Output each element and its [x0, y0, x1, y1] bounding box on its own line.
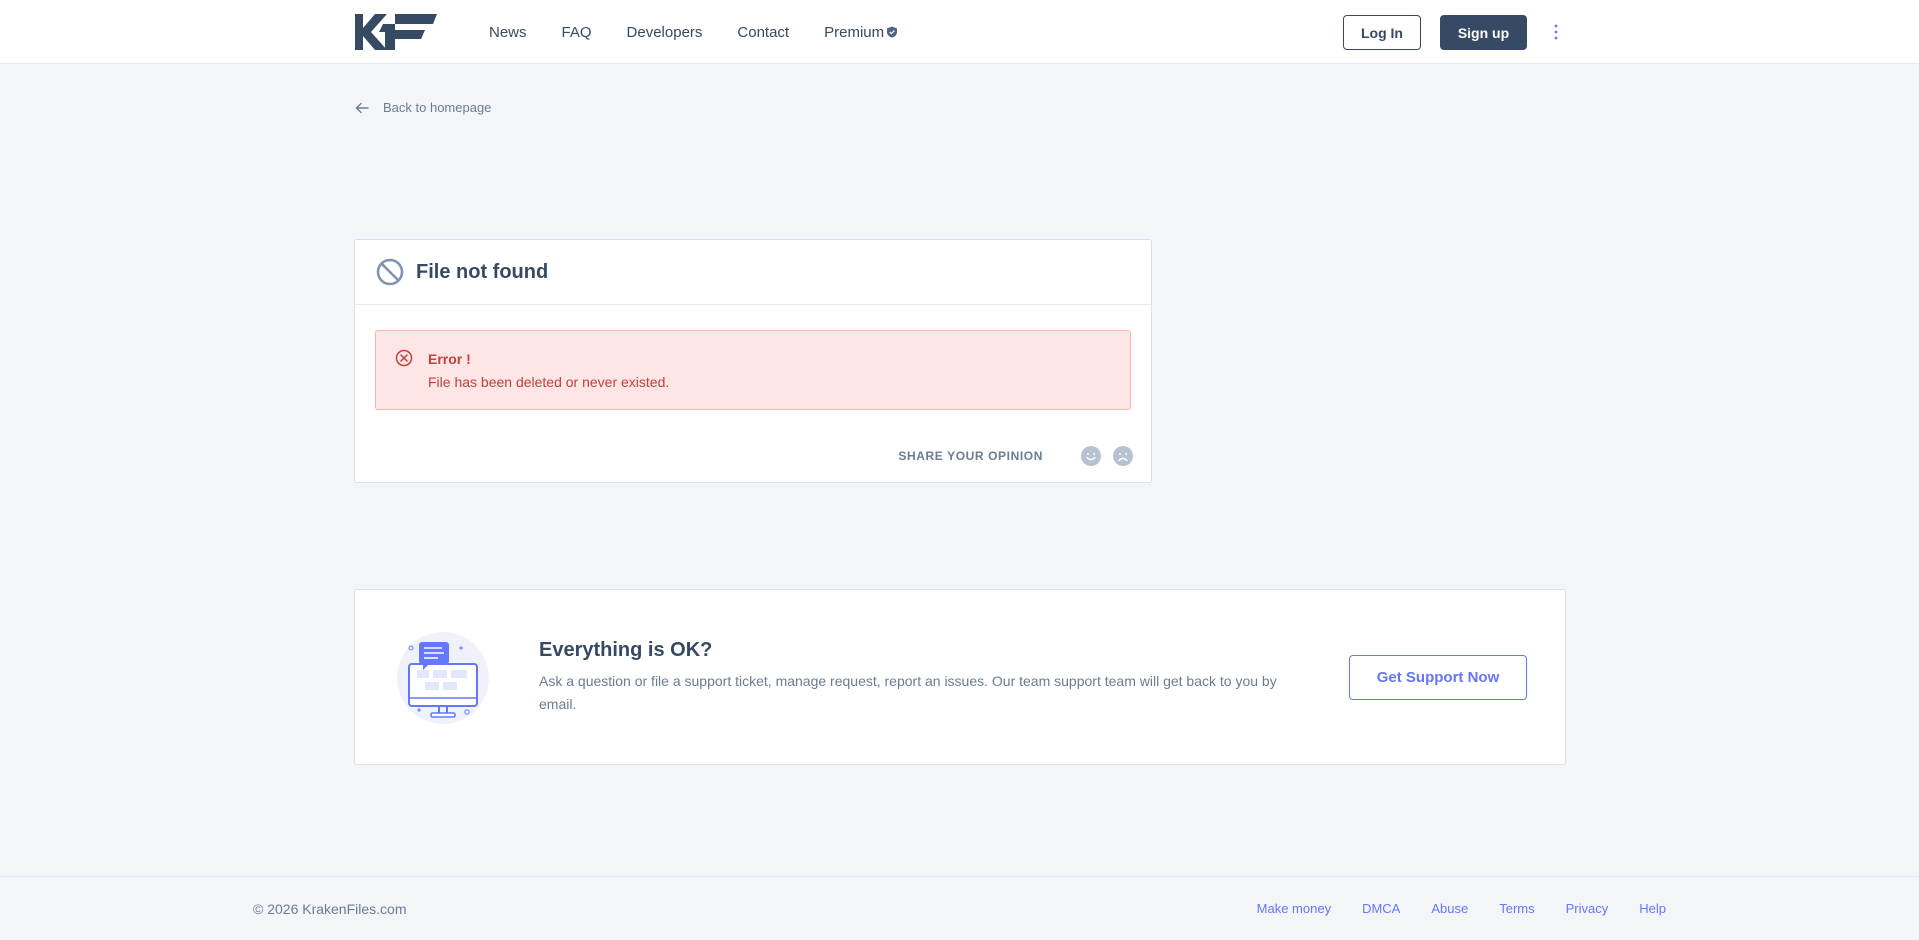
site-header: News FAQ Developers Contact Premium Log …	[0, 0, 1919, 64]
shield-check-icon	[887, 26, 898, 38]
frown-icon[interactable]	[1113, 446, 1133, 466]
copyright: © 2026 KrakenFiles.com	[253, 901, 407, 917]
card-header: File not found	[355, 240, 1151, 305]
site-footer: © 2026 KrakenFiles.com Make money DMCA A…	[0, 876, 1919, 940]
nav-contact[interactable]: Contact	[737, 24, 789, 41]
arrow-left-icon	[355, 102, 369, 113]
nav-faq[interactable]: FAQ	[562, 24, 592, 41]
more-vertical-icon[interactable]	[1549, 22, 1563, 42]
footer-links: Make money DMCA Abuse Terms Privacy Help	[1226, 901, 1666, 916]
footer-link-terms[interactable]: Terms	[1499, 901, 1534, 916]
support-monitor-illustration	[397, 632, 489, 724]
nav-premium-label: Premium	[824, 23, 885, 41]
share-opinion: SHARE YOUR OPINION	[898, 446, 1133, 466]
alert-title: Error !	[428, 351, 471, 367]
back-link-label: Back to homepage	[383, 100, 492, 115]
card-title: File not found	[416, 260, 549, 283]
footer-link-privacy[interactable]: Privacy	[1566, 901, 1609, 916]
error-circle-icon	[395, 349, 413, 367]
krakenfiles-logo[interactable]	[355, 14, 437, 50]
back-to-homepage-link[interactable]: Back to homepage	[355, 100, 491, 115]
get-support-button[interactable]: Get Support Now	[1349, 655, 1527, 700]
nav-premium[interactable]: Premium	[824, 24, 898, 41]
footer-link-dmca[interactable]: DMCA	[1362, 901, 1400, 916]
share-opinion-label: SHARE YOUR OPINION	[898, 449, 1043, 463]
nav-developers[interactable]: Developers	[627, 24, 703, 41]
login-button[interactable]: Log In	[1343, 15, 1421, 50]
file-not-found-card: File not found Error ! File has been del…	[354, 239, 1152, 483]
footer-link-make-money[interactable]: Make money	[1257, 901, 1331, 916]
support-box: Everything is OK? Ask a question or file…	[354, 589, 1566, 765]
signup-button[interactable]: Sign up	[1440, 15, 1527, 50]
support-title: Everything is OK?	[539, 639, 713, 661]
smile-icon[interactable]	[1081, 446, 1101, 466]
footer-link-help[interactable]: Help	[1639, 901, 1666, 916]
support-description: Ask a question or file a support ticket,…	[539, 673, 1277, 712]
main-nav: News FAQ Developers Contact Premium	[489, 0, 933, 64]
forbidden-icon	[376, 258, 404, 286]
error-alert: Error ! File has been deleted or never e…	[375, 330, 1131, 410]
nav-news[interactable]: News	[489, 24, 527, 41]
footer-link-abuse[interactable]: Abuse	[1431, 901, 1468, 916]
alert-message: File has been deleted or never existed.	[428, 374, 670, 390]
